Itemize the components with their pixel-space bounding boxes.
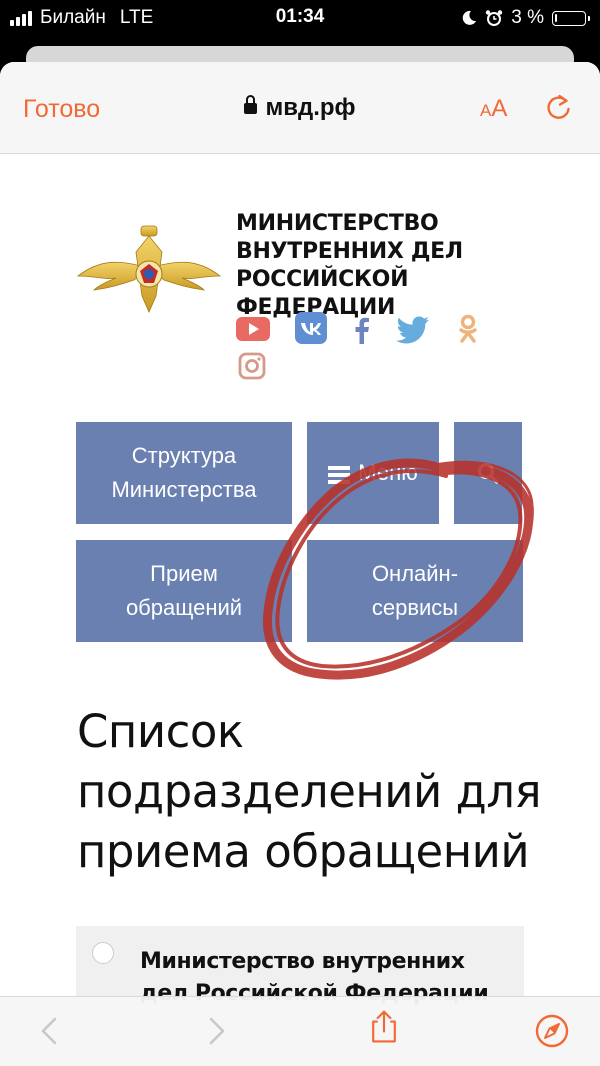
share-icon[interactable] (366, 1009, 402, 1045)
browser-navbar: Готово мвд.рф AA (0, 62, 600, 154)
moon-icon (462, 10, 477, 25)
status-bar: Билайн LTE 01:34 3 % (0, 0, 600, 34)
online-services-tile[interactable]: Онлайн- сервисы (307, 540, 523, 642)
instagram-icon[interactable] (238, 352, 266, 380)
mvd-emblem-icon (76, 225, 222, 313)
odnoklassniki-icon[interactable] (457, 314, 479, 344)
facebook-icon[interactable] (352, 316, 372, 346)
youtube-icon[interactable] (236, 314, 270, 344)
vk-icon[interactable] (295, 312, 327, 344)
expand-radio-icon[interactable] (92, 942, 114, 964)
lock-icon (244, 95, 258, 114)
forward-icon[interactable] (198, 1013, 234, 1049)
menu-button[interactable]: Меню (307, 422, 439, 524)
twitter-icon[interactable] (396, 316, 430, 344)
hamburger-icon (328, 466, 351, 484)
ministry-title: МИНИСТЕРСТВО ВНУТРЕННИХ ДЕЛ РОССИЙСКОЙ Ф… (236, 211, 463, 320)
structure-tile[interactable]: Структура Министерства (76, 422, 292, 524)
text-size-button[interactable]: AA (480, 95, 507, 123)
alarm-icon (486, 10, 503, 26)
back-icon[interactable] (32, 1013, 68, 1049)
compass-icon[interactable] (534, 1013, 570, 1049)
battery-percent: 3 % (511, 7, 544, 28)
search-button[interactable] (454, 422, 522, 524)
address-bar[interactable]: мвд.рф (0, 94, 600, 122)
search-icon (478, 463, 499, 484)
page-heading: Список подразделений для приема обращени… (77, 705, 542, 878)
browser-toolbar (0, 996, 600, 1066)
reload-icon[interactable] (542, 92, 574, 124)
url-text: мвд.рф (265, 94, 356, 121)
browser-sheet: Готово мвд.рф AA МИНИСТЕРСТВО ВНУТРЕННИХ… (0, 62, 600, 1066)
reception-tile[interactable]: Прием обращений (76, 540, 292, 642)
battery-icon (552, 10, 590, 26)
